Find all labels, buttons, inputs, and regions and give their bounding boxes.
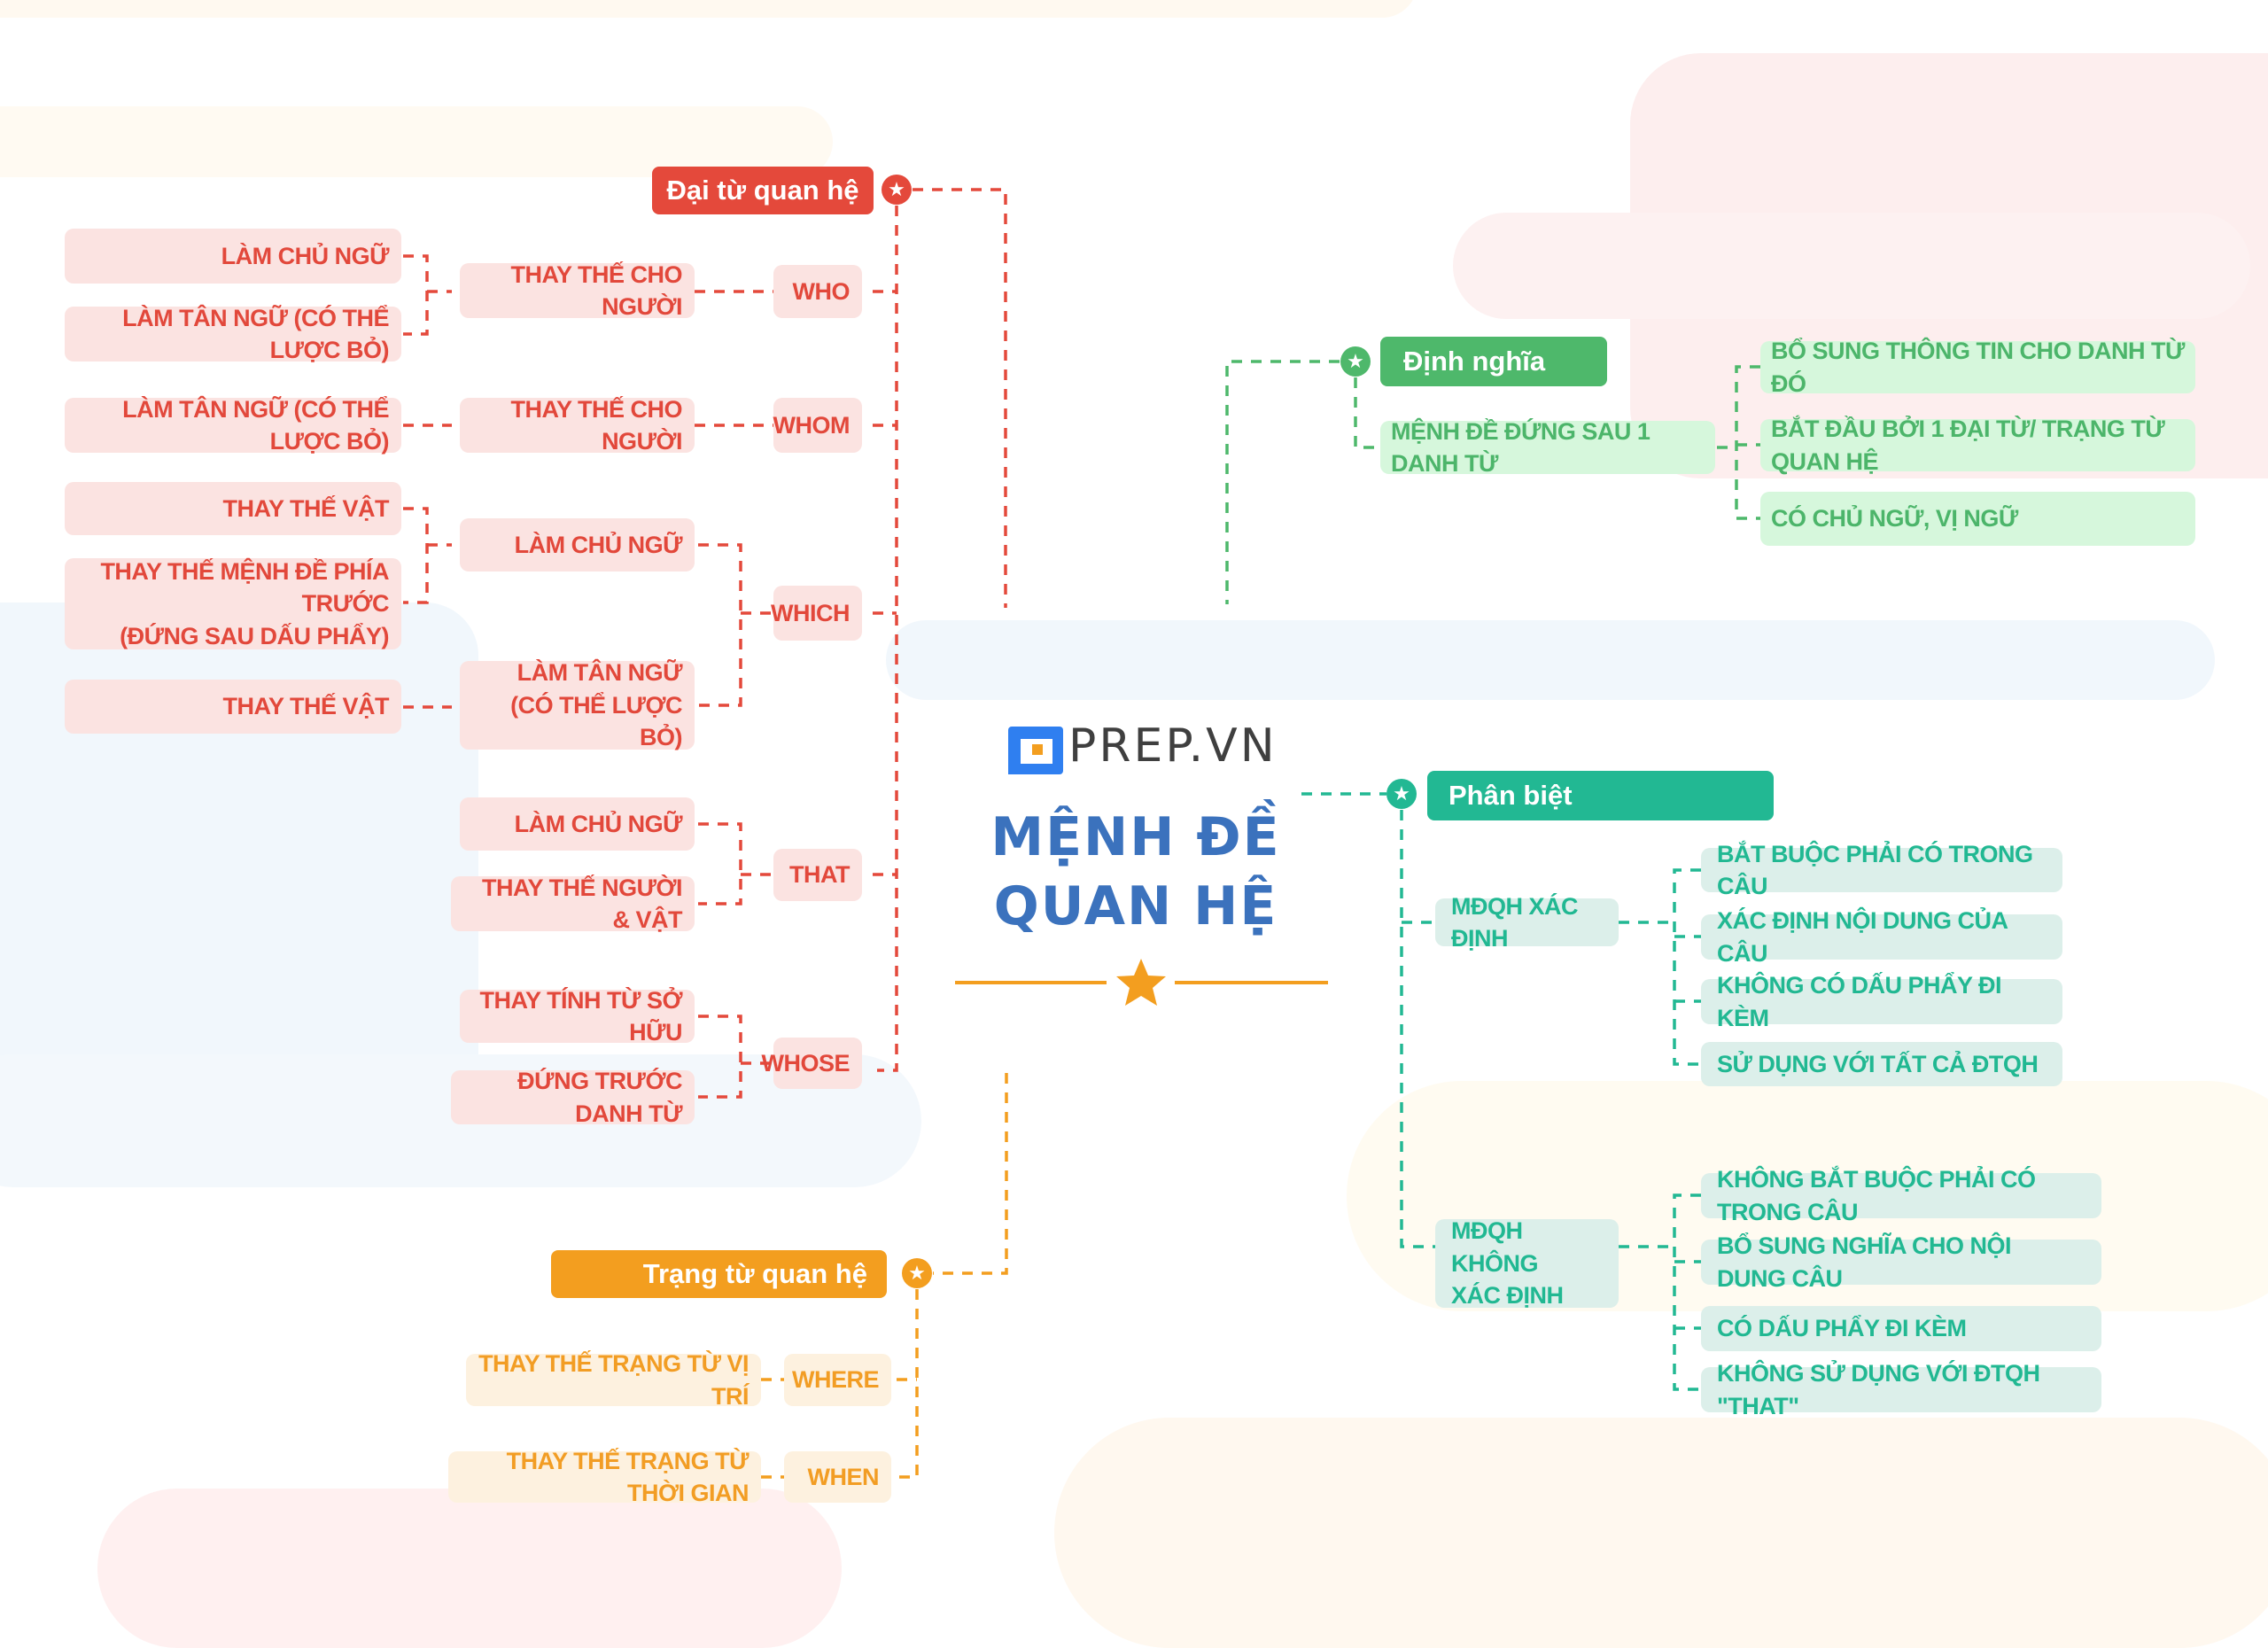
definition-detail[interactable]: BẮT ĐẦU BỞI 1 ĐẠI TỪ/ TRẠNG TỪ QUAN HỆ [1760, 416, 2195, 475]
star-icon [1116, 959, 1166, 1006]
pronoun-whom[interactable]: WHOM [773, 398, 862, 453]
non-defining-detail[interactable]: BỔ SUNG NGHĨA CHO NỘI DUNG CÂU [1701, 1232, 2101, 1292]
star-icon: ★ [1340, 346, 1371, 377]
that-detail[interactable]: THAY THẾ NGƯỜI & VẬT [451, 875, 695, 933]
distinction-type-defining[interactable]: MĐQH XÁC ĐỊNH [1435, 893, 1619, 952]
branch-definition-heading[interactable]: Định nghĩa [1380, 337, 1607, 386]
non-defining-detail[interactable]: CÓ DẤU PHẨY ĐI KÈM [1701, 1306, 2101, 1351]
adverb-where[interactable]: WHERE [784, 1354, 891, 1406]
pronoun-connectors [403, 188, 1007, 1099]
whose-detail[interactable]: ĐỨNG TRƯỚC DANH TỪ [451, 1068, 695, 1127]
title-line-1: MỆNH ĐỀ [990, 806, 1281, 868]
non-defining-detail[interactable]: KHÔNG BẮT BUỘC PHẢI CÓ TRONG CÂU [1701, 1166, 2101, 1225]
defining-detail[interactable]: BẮT BUỘC PHẢI CÓ TRONG CÂU [1701, 841, 2062, 899]
brand-name: PREP.VN [1068, 719, 1278, 773]
star-icon: ★ [882, 175, 912, 205]
definition-main[interactable]: MỆNH ĐỀ ĐỨNG SAU 1 DANH TỪ [1380, 418, 1715, 477]
adverb-root-connector [933, 1073, 1008, 1275]
title-line-2: QUAN HỆ [993, 875, 1278, 937]
defining-detail[interactable]: KHÔNG CÓ DẤU PHẨY ĐI KÈM [1701, 972, 2062, 1031]
that-detail[interactable]: LÀM CHỦ NGỮ [460, 797, 695, 851]
defining-detail[interactable]: XÁC ĐỊNH NỘI DUNG CỦA CÂU [1701, 907, 2062, 967]
definition-detail[interactable]: CÓ CHỦ NGỮ, VỊ NGỮ [1760, 492, 2195, 546]
which-usage[interactable]: LÀM CHỦ NGỮ [460, 518, 695, 571]
star-icon: ★ [1386, 779, 1417, 809]
adverb-when[interactable]: WHEN [784, 1451, 891, 1503]
which-detail[interactable]: THAY THẾ MỆNH ĐỀ PHÍA TRƯỚC (ĐỨNG SAU DẤ… [65, 558, 401, 649]
pronoun-which[interactable]: WHICH [771, 586, 862, 641]
whom-detail[interactable]: LÀM TÂN NGỮ (CÓ THỂ LƯỢC BỎ) [65, 396, 401, 455]
prep-logo-icon [1008, 727, 1063, 774]
definition-detail[interactable]: BỔ SUNG THÔNG TIN CHO DANH TỪ ĐÓ [1760, 338, 2195, 397]
definition-root-connector [1225, 360, 1340, 604]
distinction-type-non-defining[interactable]: MĐQH KHÔNG XÁC ĐỊNH [1435, 1217, 1619, 1309]
title-divider [955, 959, 1328, 1006]
pronoun-whose[interactable]: WHOSE [761, 1038, 862, 1089]
branch-pronouns-heading[interactable]: Đại từ quan hệ [652, 167, 874, 214]
whose-detail[interactable]: THAY TÍNH TỪ SỞ HỮU [460, 987, 695, 1046]
where-usage[interactable]: THAY THẾ TRẠNG TỪ VỊ TRÍ [466, 1350, 761, 1410]
branch-adverbs-heading[interactable]: Trạng từ quan hệ [551, 1250, 887, 1298]
which-usage[interactable]: LÀM TÂN NGỮ (CÓ THỂ LƯỢC BỎ) [460, 659, 695, 750]
non-defining-detail[interactable]: KHÔNG SỬ DỤNG VỚI ĐTQH "THAT" [1701, 1360, 2101, 1419]
which-detail[interactable]: THAY THẾ VẬT [65, 680, 401, 734]
who-usage[interactable]: THAY THẾ CHO NGƯỜI [460, 261, 695, 320]
star-icon: ★ [902, 1258, 932, 1288]
who-detail[interactable]: LÀM TÂN NGỮ (CÓ THỂ LƯỢC BỎ) [65, 305, 401, 363]
who-detail[interactable]: LÀM CHỦ NGỮ [65, 229, 401, 284]
definition-connectors [1225, 360, 1760, 604]
branch-distinction-heading[interactable]: Phân biệt [1427, 771, 1774, 820]
pronoun-that[interactable]: THAT [773, 849, 862, 901]
which-detail[interactable]: THAY THẾ VẬT [65, 482, 401, 535]
pronoun-who[interactable]: WHO [773, 265, 862, 318]
defining-detail[interactable]: SỬ DỤNG VỚI TẤT CẢ ĐTQH [1701, 1042, 2062, 1086]
pronoun-spine [877, 206, 898, 1072]
whom-usage[interactable]: THAY THẾ CHO NGƯỜI [460, 396, 695, 455]
when-usage[interactable]: THAY THẾ TRẠNG TỪ THỜI GIAN [448, 1448, 761, 1506]
pronoun-root-connector [913, 188, 1007, 608]
